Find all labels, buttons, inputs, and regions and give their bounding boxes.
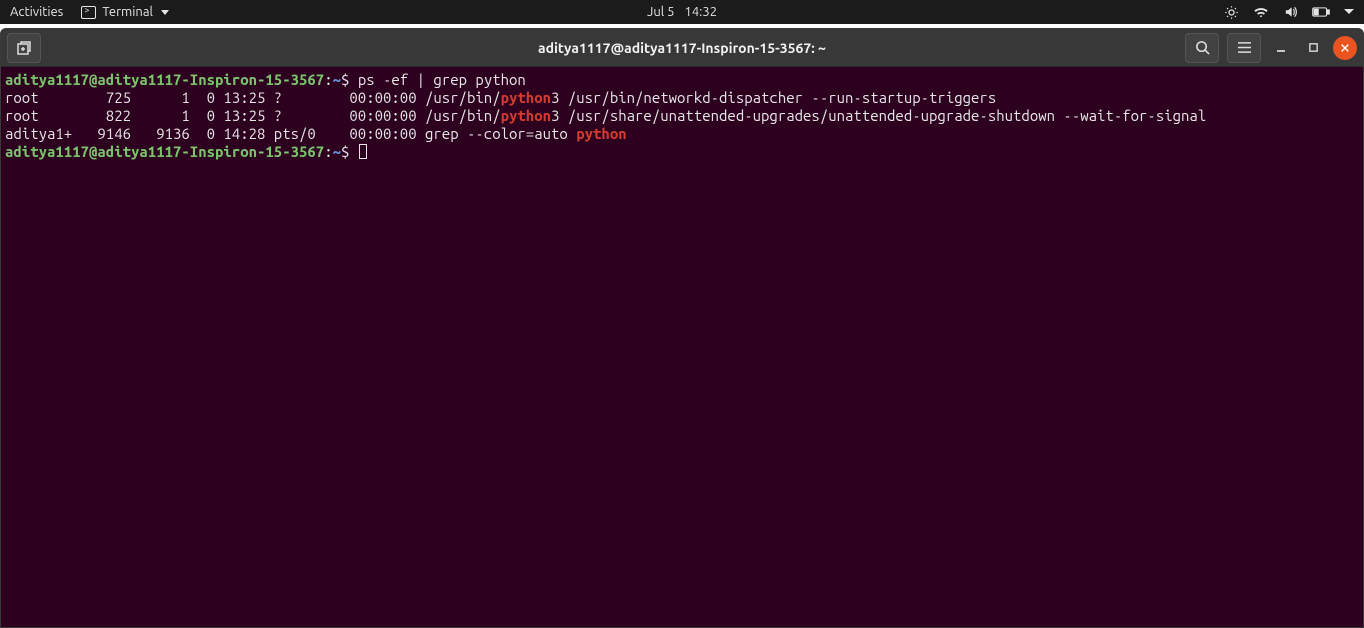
maximize-button[interactable]	[1301, 36, 1325, 60]
menu-button[interactable]	[1227, 33, 1261, 63]
chevron-down-icon	[161, 10, 169, 15]
app-menu[interactable]: Terminal	[81, 5, 169, 19]
activities-button[interactable]: Activities	[10, 5, 63, 19]
close-button[interactable]	[1333, 36, 1357, 60]
battery-icon	[1312, 6, 1330, 18]
wifi-icon	[1253, 5, 1269, 19]
topbar-date: Jul 5	[647, 5, 675, 19]
brightness-icon	[1224, 5, 1239, 20]
topbar-time: 14:32	[685, 5, 718, 19]
gnome-topbar: Activities Terminal Jul 5 14:32	[0, 0, 1364, 24]
terminal-body[interactable]: aditya1117@aditya1117-Inspiron-15-3567:~…	[1, 67, 1363, 627]
app-name: Terminal	[102, 5, 153, 19]
system-tray[interactable]	[1224, 5, 1354, 20]
new-tab-button[interactable]	[7, 33, 41, 63]
chevron-down-icon	[1344, 8, 1354, 16]
minimize-button[interactable]	[1269, 36, 1293, 60]
terminal-window: aditya1117@aditya1117-Inspiron-15-3567: …	[0, 28, 1364, 628]
search-button[interactable]	[1185, 33, 1219, 63]
terminal-icon	[81, 6, 96, 19]
clock[interactable]: Jul 5 14:32	[647, 5, 717, 19]
window-title: aditya1117@aditya1117-Inspiron-15-3567: …	[538, 40, 826, 56]
terminal-titlebar[interactable]: aditya1117@aditya1117-Inspiron-15-3567: …	[1, 29, 1363, 67]
volume-icon	[1283, 5, 1298, 19]
